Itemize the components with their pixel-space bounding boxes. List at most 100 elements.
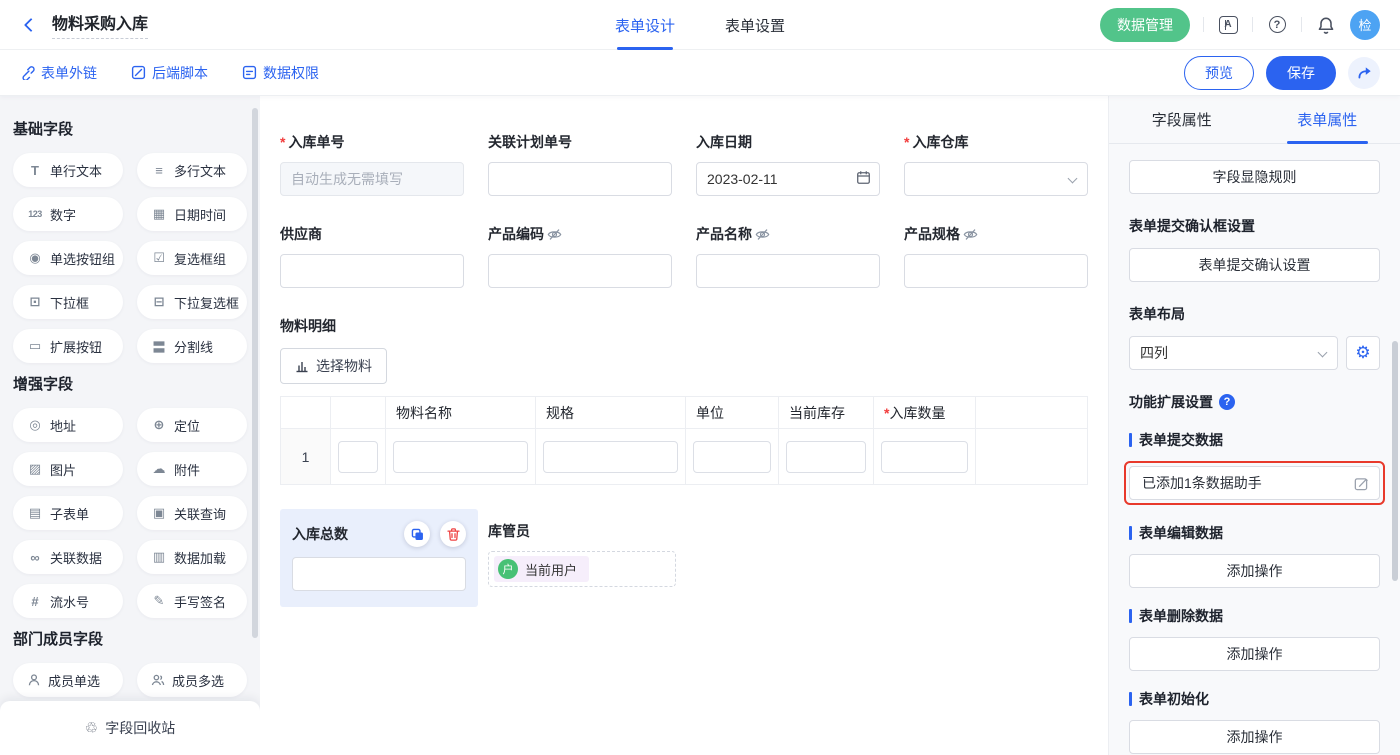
- field-related-plan-no[interactable]: 关联计划单号: [488, 132, 672, 196]
- spec-input[interactable]: [543, 441, 678, 473]
- field-warehouse-keeper[interactable]: 库管员 户 当前用户: [488, 509, 676, 587]
- script-icon: [131, 65, 146, 80]
- gear-icon: ⚙: [1355, 343, 1370, 363]
- divider-icon: 〓: [151, 337, 167, 356]
- field-item-member-single[interactable]: 成员单选: [13, 663, 123, 697]
- field-item-attachment[interactable]: ☁附件: [137, 452, 247, 486]
- inbound-total-input[interactable]: [292, 557, 466, 591]
- unit-input[interactable]: [693, 441, 771, 473]
- number-icon: 123: [27, 209, 43, 219]
- preview-button[interactable]: 预览: [1184, 56, 1254, 90]
- hidden-eye-icon: [963, 227, 978, 242]
- field-item-serial-number[interactable]: #流水号: [13, 584, 123, 618]
- product-spec-input[interactable]: [904, 254, 1088, 288]
- user-avatar[interactable]: 检: [1350, 10, 1380, 40]
- tab-form-properties[interactable]: 表单属性: [1255, 96, 1400, 143]
- field-item-subform[interactable]: ▤子表单: [13, 496, 123, 530]
- submit-confirm-settings-button[interactable]: 表单提交确认设置: [1129, 248, 1380, 282]
- field-item-multi-line-text[interactable]: ≡多行文本: [137, 153, 247, 187]
- panel-scrollbar[interactable]: [1392, 341, 1398, 581]
- layout-settings-gear-button[interactable]: ⚙: [1346, 336, 1380, 370]
- product-code-input[interactable]: [488, 254, 672, 288]
- field-item-related-query[interactable]: ▣关联查询: [137, 496, 247, 530]
- field-item-location[interactable]: ⊕定位: [137, 408, 247, 442]
- field-item-image[interactable]: ▨图片: [13, 452, 123, 486]
- tab-form-design[interactable]: 表单设计: [615, 0, 675, 50]
- related-data-icon: ∞: [27, 550, 43, 565]
- data-permission-link[interactable]: 数据权限: [242, 63, 319, 83]
- col-spec: 规格: [536, 397, 686, 429]
- product-name-input[interactable]: [696, 254, 880, 288]
- dropdown-icon: ⊡: [27, 294, 43, 310]
- field-item-member-multi[interactable]: 成员多选: [137, 663, 247, 697]
- field-item-extend-button[interactable]: ▭扩展按钮: [13, 329, 123, 363]
- field-inbound-total-selected[interactable]: 入库总数: [280, 509, 478, 607]
- field-item-multi-dropdown[interactable]: ⊟下拉复选框: [137, 285, 247, 319]
- field-item-related-data[interactable]: ∞关联数据: [13, 540, 123, 574]
- data-manage-button[interactable]: 数据管理: [1100, 8, 1190, 42]
- keeper-user-box[interactable]: 户 当前用户: [488, 551, 676, 587]
- backend-script-link[interactable]: 后端脚本: [131, 63, 208, 83]
- field-item-checkbox-group[interactable]: ☑复选框组: [137, 241, 247, 275]
- field-item-number[interactable]: 123数字: [13, 197, 123, 231]
- select-material-button[interactable]: 选择物料: [280, 348, 387, 384]
- back-button[interactable]: [20, 14, 42, 36]
- field-item-datetime[interactable]: ▦日期时间: [137, 197, 247, 231]
- share-button[interactable]: [1348, 57, 1380, 89]
- group-form-delete-data: 表单删除数据: [1129, 606, 1380, 626]
- form-layout-select[interactable]: 四列: [1129, 336, 1338, 370]
- field-supplier[interactable]: 供应商: [280, 224, 464, 288]
- field-product-code[interactable]: 产品编码: [488, 224, 672, 288]
- tab-field-properties[interactable]: 字段属性: [1109, 96, 1255, 143]
- chevron-down-icon: [1068, 174, 1078, 184]
- bell-icon[interactable]: [1315, 14, 1337, 36]
- sidebar-scrollbar[interactable]: [252, 108, 258, 638]
- field-item-address[interactable]: ◎地址: [13, 408, 123, 442]
- field-inbound-warehouse[interactable]: *入库仓库: [904, 132, 1088, 196]
- material-name-input[interactable]: [393, 441, 528, 473]
- extension-help-icon[interactable]: ?: [1219, 394, 1235, 410]
- related-plan-no-input[interactable]: [488, 162, 672, 196]
- current-stock-input[interactable]: [786, 441, 866, 473]
- data-load-icon: ▥: [151, 549, 167, 565]
- save-button[interactable]: 保存: [1266, 56, 1336, 90]
- field-item-data-load[interactable]: ▥数据加载: [137, 540, 247, 574]
- field-product-name[interactable]: 产品名称: [696, 224, 880, 288]
- field-inbound-no[interactable]: *入库单号: [280, 132, 464, 196]
- field-visibility-rule-button[interactable]: 字段显隐规则: [1129, 160, 1380, 194]
- field-item-divider[interactable]: 〓分割线: [137, 329, 247, 363]
- field-item-single-line-text[interactable]: T单行文本: [13, 153, 123, 187]
- field-recycle-bin[interactable]: ♲ 字段回收站: [0, 701, 260, 755]
- language-icon[interactable]: A: [1217, 14, 1239, 36]
- inbound-date-input[interactable]: [696, 162, 880, 196]
- field-item-dropdown[interactable]: ⊡下拉框: [13, 285, 123, 319]
- supplier-input[interactable]: [280, 254, 464, 288]
- field-item-radio-group[interactable]: ◉单选按钮组: [13, 241, 123, 275]
- workspace: 基础字段 T单行文本 ≡多行文本 123数字 ▦日期时间 ◉单选按钮组 ☑复选框…: [0, 96, 1400, 755]
- sub-toolbar: 表单外链 后端脚本 数据权限 预览 保存: [0, 50, 1400, 96]
- inbound-total-label: 入库总数: [292, 524, 348, 544]
- inbound-warehouse-select[interactable]: [904, 162, 1088, 196]
- field-inbound-date[interactable]: 入库日期: [696, 132, 880, 196]
- row-hidden-input[interactable]: [338, 441, 378, 473]
- location-icon: ⊕: [151, 417, 167, 433]
- inbound-no-input[interactable]: [280, 162, 464, 196]
- tab-form-settings[interactable]: 表单设置: [725, 0, 785, 50]
- form-external-link[interactable]: 表单外链: [20, 63, 97, 83]
- copy-icon[interactable]: [404, 521, 430, 547]
- add-action-button-delete-data[interactable]: 添加操作: [1129, 637, 1380, 671]
- divider: [1301, 17, 1302, 32]
- field-item-signature[interactable]: ✎手写签名: [137, 584, 247, 618]
- data-assistant-button[interactable]: 已添加1条数据助手: [1129, 466, 1380, 500]
- address-icon: ◎: [27, 417, 43, 433]
- field-product-spec[interactable]: 产品规格: [904, 224, 1088, 288]
- datetime-icon: ▦: [151, 206, 167, 222]
- inbound-qty-input[interactable]: [881, 441, 968, 473]
- serial-number-icon: #: [27, 594, 43, 609]
- field-palette-sidebar: 基础字段 T单行文本 ≡多行文本 123数字 ▦日期时间 ◉单选按钮组 ☑复选框…: [0, 96, 260, 755]
- subform-table: 物料名称 规格 单位 当前库存 *入库数量 1: [280, 396, 1088, 485]
- add-action-button-form-init[interactable]: 添加操作: [1129, 720, 1380, 754]
- add-action-button-edit-data[interactable]: 添加操作: [1129, 554, 1380, 588]
- delete-icon[interactable]: [440, 521, 466, 547]
- help-icon[interactable]: ?: [1266, 14, 1288, 36]
